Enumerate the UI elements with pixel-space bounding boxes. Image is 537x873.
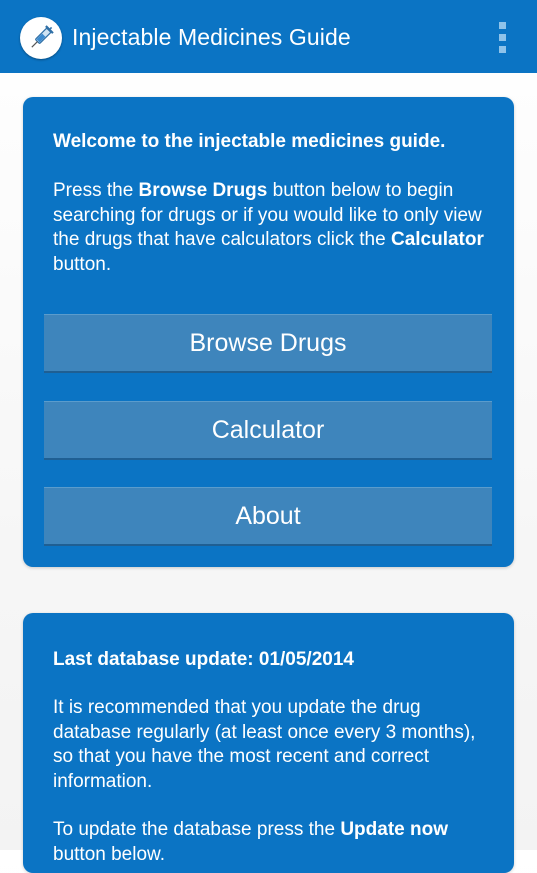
- syringe-icon[interactable]: [20, 17, 62, 59]
- syringe-icon-graphic: [31, 25, 54, 48]
- welcome-heading: Welcome to the injectable medicines guid…: [53, 131, 446, 152]
- update-text-part: button below.: [53, 843, 165, 865]
- update-text-bold: Update now: [340, 819, 448, 840]
- app-title: Injectable Medicines Guide: [72, 24, 351, 50]
- welcome-instructions: Press the Browse Drugs button below to b…: [53, 179, 493, 277]
- welcome-text-bold: Calculator: [390, 229, 484, 250]
- welcome-text-part: Press the: [53, 180, 139, 201]
- overflow-dot: [499, 22, 506, 29]
- database-update-card: Last database update: 01/05/2014 It is r…: [23, 613, 514, 873]
- welcome-card: Welcome to the injectable medicines guid…: [23, 97, 514, 567]
- action-bar: Injectable Medicines Guide: [0, 0, 537, 73]
- update-instructions: To update the database press the Update …: [53, 818, 493, 867]
- overflow-dot: [499, 34, 506, 41]
- browse-drugs-button[interactable]: Browse Drugs: [44, 314, 492, 371]
- about-button[interactable]: About: [44, 487, 492, 544]
- welcome-text-bold: Browse Drugs: [138, 180, 268, 201]
- last-update-heading: Last database update: 01/05/2014: [53, 649, 354, 670]
- update-text-part: To update the database press the: [53, 819, 341, 840]
- calculator-button[interactable]: Calculator: [44, 401, 492, 458]
- update-recommendation-text: It is recommended that you update the dr…: [53, 697, 476, 792]
- overflow-menu-icon[interactable]: [495, 22, 509, 54]
- overflow-dot: [499, 46, 506, 53]
- welcome-text-part: button.: [53, 253, 112, 275]
